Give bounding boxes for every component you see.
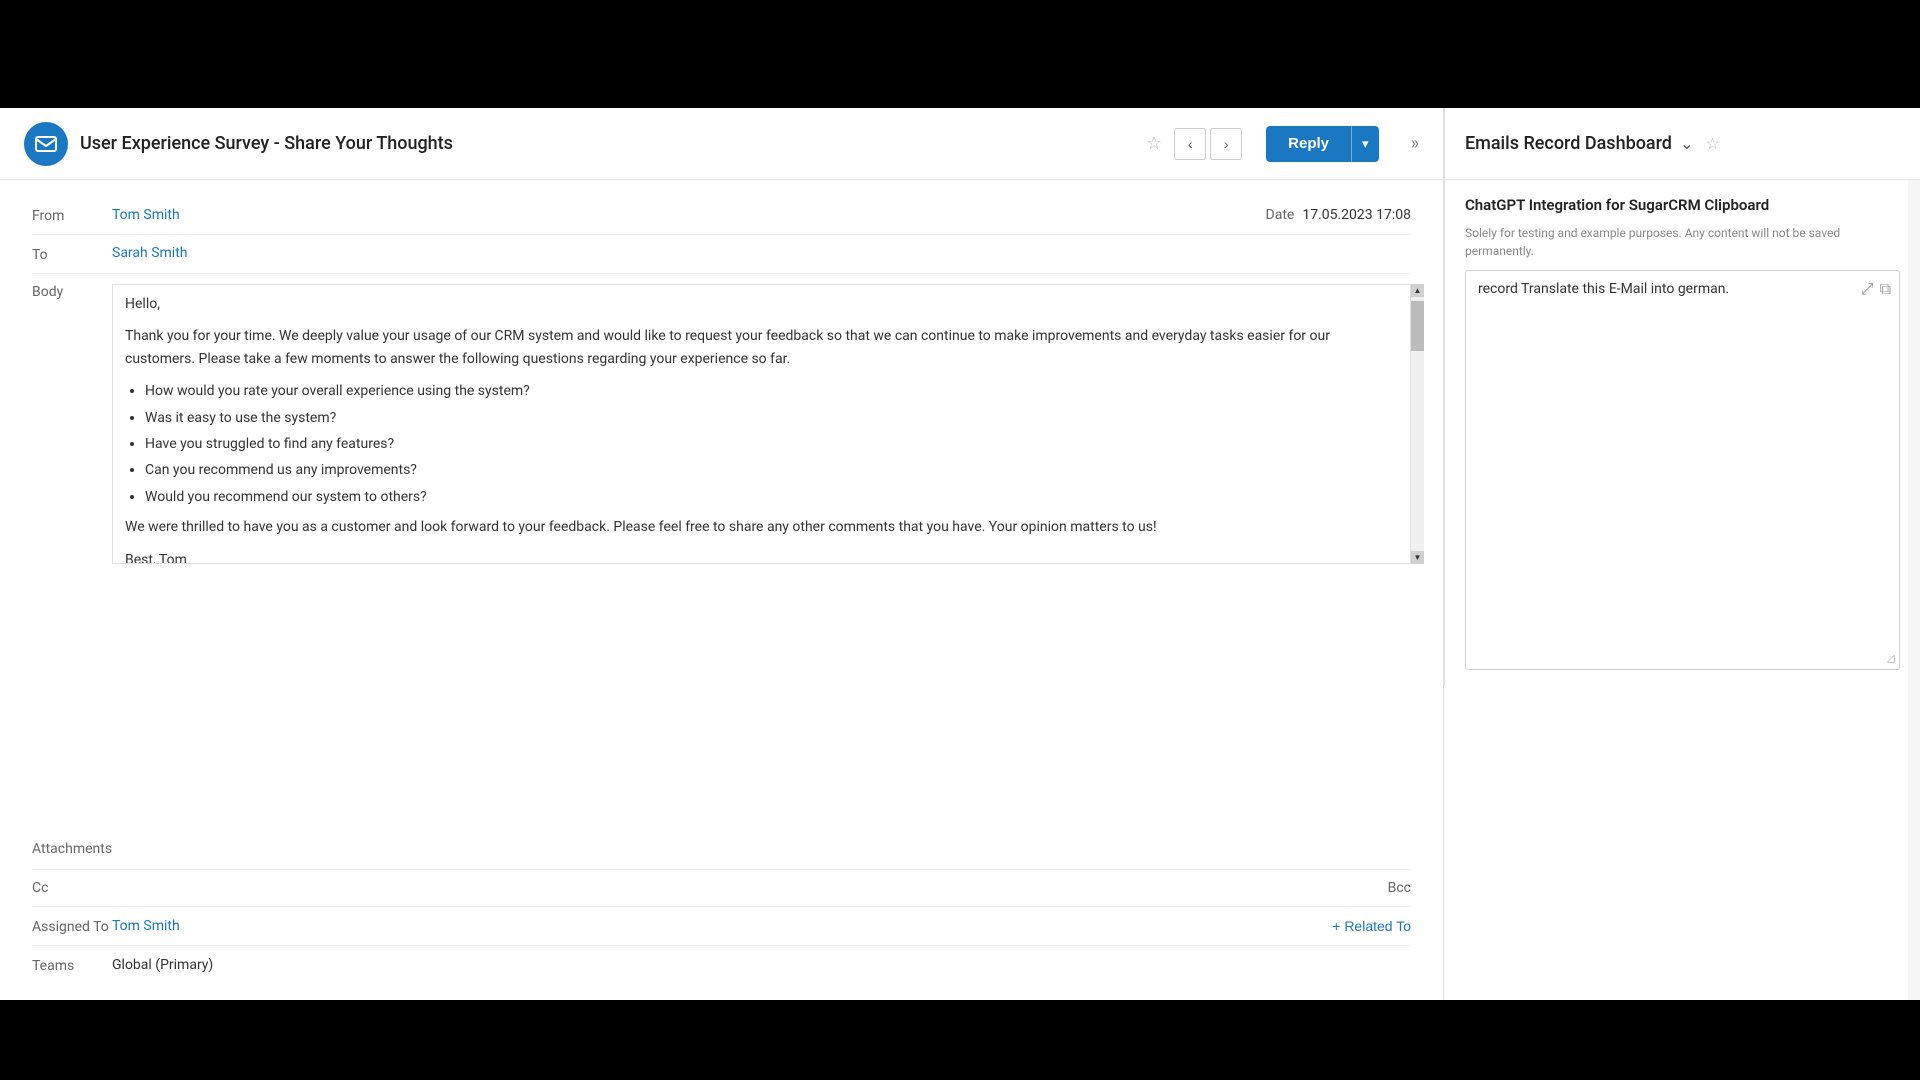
email-content: From Tom Smith Date 17.05.2023 17:08 To … [0,180,1443,1000]
from-row: From Tom Smith Date 17.05.2023 17:08 [32,196,1411,235]
body-question-item: Can you recommend us any improvements? [145,459,1398,481]
to-value[interactable]: Sarah Smith [112,245,187,261]
resize-handle[interactable]: ⊿ [1885,651,1897,667]
next-arrow[interactable]: › [1210,128,1242,160]
right-panel: Emails Record Dashboard ⌄ ☆ ChatGPT Inte… [1444,108,1920,686]
to-row: To Sarah Smith [32,235,1411,274]
scroll-thumb[interactable] [1411,301,1424,351]
body-scrollbar[interactable]: ▲ ▼ [1411,284,1424,564]
copy-icon[interactable]: ⧉ [1880,279,1891,299]
related-to-button[interactable]: + Related To [1332,918,1411,934]
star-icon[interactable]: ☆ [1146,133,1162,154]
assigned-to-label: Assigned To [32,917,112,935]
right-panel-content: ChatGPT Integration for SugarCRM Clipboa… [1445,180,1920,686]
teams-row: Teams Global (Primary) [32,946,1411,984]
email-header: User Experience Survey - Share Your Thou… [0,108,1443,180]
body-para1: Thank you for your time. We deeply value… [125,325,1398,370]
body-questions-list: How would you rate your overall experien… [145,380,1398,508]
body-text: Hello, Thank you for your time. We deepl… [125,293,1398,564]
cc-label: Cc [32,880,112,896]
right-panel-header: Emails Record Dashboard ⌄ ☆ [1445,108,1920,180]
date-value: 17.05.2023 17:08 [1302,207,1411,223]
right-scrollbar[interactable] [1908,180,1920,1000]
body-label: Body [32,284,112,300]
textarea-icons: ⤢ ⧉ [1861,279,1891,299]
body-question-item: Have you struggled to find any features? [145,433,1398,455]
chevron-down-icon[interactable]: ⌄ [1680,134,1693,153]
reply-button[interactable]: Reply [1266,126,1351,162]
chatgpt-textarea-wrapper: ⤢ ⧉ ⊿ [1465,270,1900,670]
from-label: From [32,206,112,224]
from-value[interactable]: Tom Smith [112,207,180,223]
reply-dropdown-icon: ▾ [1362,136,1369,152]
double-arrow-icon[interactable]: » [1411,133,1419,154]
body-sign: Best, Tom [125,549,1398,564]
email-icon [24,122,68,166]
assigned-row: Assigned To Tom Smith + Related To [32,907,1411,946]
chatgpt-title: ChatGPT Integration for SugarCRM Clipboa… [1465,196,1900,214]
assigned-to-value[interactable]: Tom Smith [112,918,180,934]
right-panel-wrapper: Emails Record Dashboard ⌄ ☆ ChatGPT Inte… [1444,108,1920,1000]
email-title: User Experience Survey - Share Your Thou… [80,133,1126,154]
to-label: To [32,245,112,263]
prev-arrow[interactable]: ‹ [1174,128,1206,160]
reply-dropdown-button[interactable]: ▾ [1351,126,1379,162]
body-area: Body Hello, Thank you for your time. We … [32,274,1411,827]
bcc-label: Bcc [1388,880,1411,896]
chatgpt-textarea[interactable] [1466,271,1899,669]
date-label: Date [1266,207,1295,223]
body-question-item: How would you rate your overall experien… [145,380,1398,402]
body-text-container[interactable]: Hello, Thank you for your time. We deepl… [112,284,1411,564]
cc-bcc-row: Cc Bcc [32,870,1411,907]
expand-icon[interactable]: ⤢ [1861,279,1874,299]
attachments-label: Attachments [32,839,112,857]
body-question-item: Would you recommend our system to others… [145,486,1398,508]
body-greeting: Hello, [125,293,1398,315]
star-right-icon[interactable]: ☆ [1705,134,1719,153]
body-question-item: Was it easy to use the system? [145,407,1398,429]
nav-arrows: ‹ › [1174,128,1242,160]
scroll-up-arrow[interactable]: ▲ [1411,284,1424,297]
right-panel-title: Emails Record Dashboard [1465,133,1672,154]
reply-button-group: Reply ▾ [1266,126,1378,162]
teams-label: Teams [32,956,112,974]
chatgpt-subtitle: Solely for testing and example purposes.… [1465,224,1900,260]
teams-value: Global (Primary) [112,957,213,973]
scroll-down-arrow[interactable]: ▼ [1411,551,1424,564]
body-closing: We were thrilled to have you as a custom… [125,516,1398,538]
attachments-row: Attachments [32,827,1411,870]
